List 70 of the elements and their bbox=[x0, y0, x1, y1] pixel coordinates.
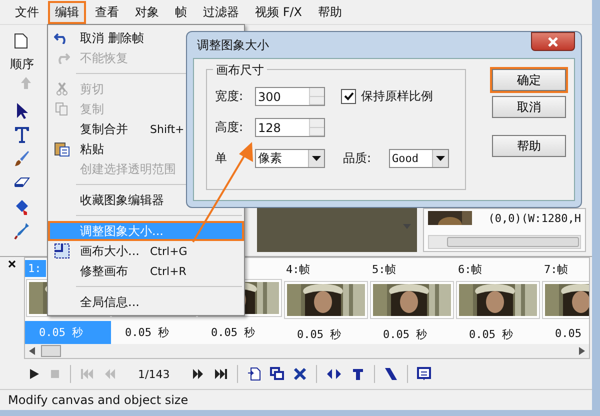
scroll-left-icon[interactable] bbox=[29, 347, 35, 355]
frame-duration[interactable]: 0.05 秒 bbox=[283, 323, 369, 344]
dialog-title: 调整图象大小 bbox=[197, 36, 269, 54]
horizontal-scrollbar[interactable] bbox=[428, 235, 581, 249]
text-tool-icon[interactable] bbox=[14, 126, 30, 144]
canvas-size-text: (0,0)(W:1280,H bbox=[488, 212, 581, 224]
field-label: 品质: bbox=[343, 150, 372, 167]
new-document-icon[interactable] bbox=[14, 33, 28, 49]
brush-icon[interactable] bbox=[14, 150, 30, 168]
dialog-button[interactable]: 取消 bbox=[492, 96, 566, 118]
checkbox-label: 保持原样比例 bbox=[361, 88, 433, 105]
frame-duration[interactable]: 0.05 秒 bbox=[369, 323, 455, 344]
field-label: 高度: bbox=[215, 119, 244, 136]
dialog-button[interactable]: 帮助 bbox=[492, 135, 566, 157]
menu-item[interactable]: 全局信息... bbox=[48, 292, 244, 312]
next-frame-icon[interactable] bbox=[190, 368, 205, 380]
scroll-thumb[interactable] bbox=[41, 345, 61, 357]
menu-item[interactable]: 修整画布 Ctrl+R bbox=[48, 261, 244, 281]
field-label: 单 bbox=[215, 150, 228, 167]
frame-duration[interactable]: 0.05 秒 bbox=[455, 323, 541, 344]
duplicate-icon[interactable] bbox=[270, 367, 284, 381]
checkbox[interactable] bbox=[341, 89, 356, 104]
frame-counter: 1/143 bbox=[138, 368, 170, 380]
frame-label[interactable]: 5:帧 bbox=[369, 260, 396, 279]
close-icon[interactable] bbox=[8, 260, 16, 268]
add-frame-icon[interactable] bbox=[246, 367, 261, 381]
menu-bar-item[interactable]: 帧 bbox=[168, 0, 194, 24]
panel-label: 顺序 bbox=[10, 56, 34, 73]
menu-bar-item[interactable]: 视频 F/X bbox=[248, 0, 309, 24]
menu-bar-item[interactable]: 帮助 bbox=[310, 0, 349, 24]
frame-label[interactable]: 4:帧 bbox=[283, 260, 310, 279]
text-frame-icon[interactable] bbox=[350, 367, 365, 381]
menu-bar-item[interactable]: 过滤器 bbox=[196, 0, 246, 24]
field-label: 宽度: bbox=[215, 88, 244, 105]
copy-icon bbox=[55, 102, 69, 116]
dropdown-arrow-icon bbox=[436, 156, 445, 161]
scroll-right-icon[interactable] bbox=[579, 347, 585, 355]
dropdown-arrow-icon bbox=[312, 156, 321, 161]
menu-bar-item[interactable]: 对象 bbox=[128, 0, 166, 24]
play-icon[interactable] bbox=[28, 368, 40, 380]
frame-label[interactable]: 7:帧 bbox=[541, 260, 568, 279]
dialog-button[interactable]: 确定 bbox=[492, 69, 566, 91]
frame-duration[interactable]: 0.05 bbox=[541, 323, 589, 344]
close-button[interactable] bbox=[531, 32, 575, 51]
unit-dropdown[interactable]: 像素 bbox=[255, 149, 325, 168]
delete-icon[interactable] bbox=[292, 367, 307, 381]
fill-bucket-icon[interactable] bbox=[14, 198, 30, 216]
canvas-size-icon bbox=[54, 243, 70, 259]
close-icon bbox=[547, 36, 559, 46]
scissors-icon bbox=[56, 82, 68, 96]
pointer-icon[interactable] bbox=[14, 102, 30, 120]
status-bar: Modify canvas and object size bbox=[0, 389, 592, 410]
frame-label[interactable]: 6:帧 bbox=[455, 260, 482, 279]
horizontal-scrollbar[interactable] bbox=[25, 344, 589, 358]
quality-dropdown[interactable]: Good bbox=[389, 149, 449, 168]
menu-item[interactable]: 画布大小... Ctrl+G bbox=[48, 241, 244, 261]
height-field[interactable]: 128 bbox=[255, 118, 325, 137]
group-title: 画布尺寸 bbox=[213, 62, 267, 79]
menu-bar-item[interactable]: 查看 bbox=[88, 0, 126, 24]
last-frame-icon[interactable] bbox=[214, 368, 228, 380]
dropper-icon[interactable] bbox=[14, 222, 30, 240]
clipboard-icon bbox=[54, 141, 70, 157]
menu-bar-item[interactable]: 编辑 bbox=[48, 0, 86, 24]
frame-duration[interactable]: 0.05 秒 bbox=[197, 321, 283, 344]
menu-bar-item[interactable]: 文件 bbox=[8, 0, 46, 24]
width-field[interactable]: 300 bbox=[255, 87, 325, 106]
reverse-icon[interactable] bbox=[384, 367, 398, 381]
frame-duration[interactable]: 0.05 秒 bbox=[111, 321, 197, 344]
swap-icon[interactable] bbox=[326, 367, 342, 381]
frame-properties-icon[interactable] bbox=[416, 367, 431, 381]
